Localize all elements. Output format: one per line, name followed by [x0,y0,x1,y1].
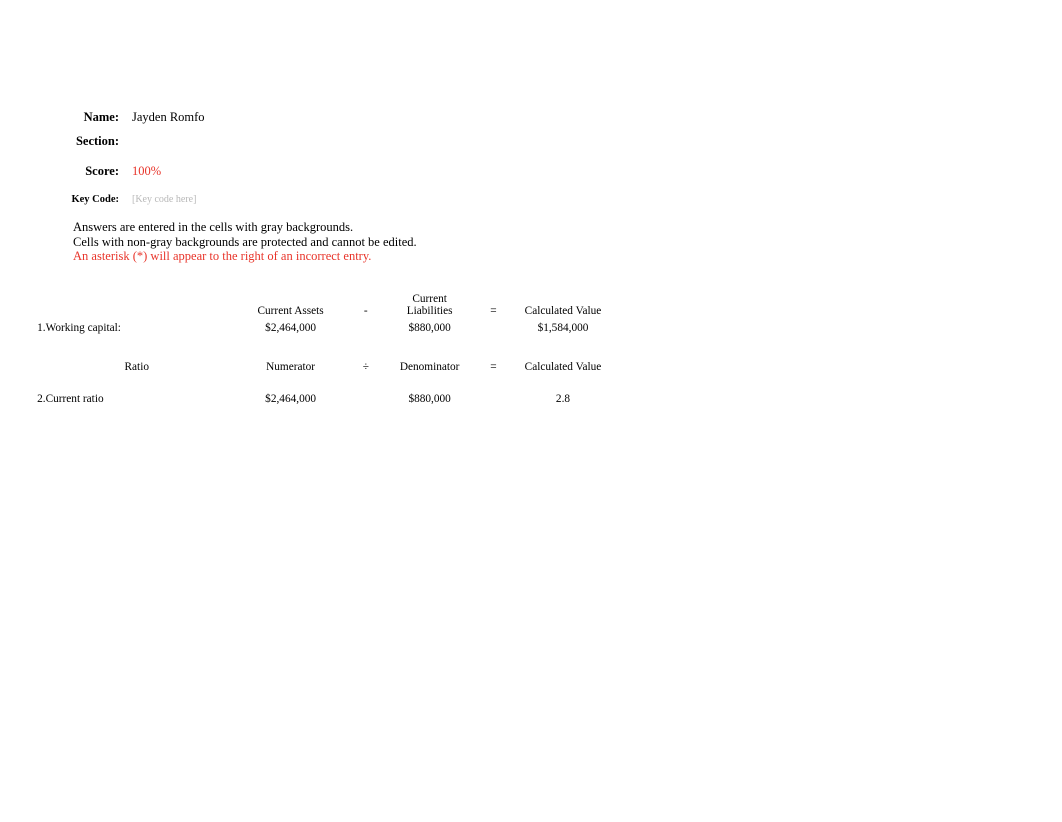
worksheet-canvas: Name: Jayden Romfo Section: Score: 100% … [0,0,1062,822]
row1-number: 1. [37,321,46,334]
section1-header-operand2: Current Liabilities [378,293,481,318]
section1-header-result: Calculated Value [524,304,602,317]
section2-header-number [0,353,46,374]
section1-header-operand2-line2: Liabilities [406,304,453,317]
table-row: 2. Current ratio $2,464,000 $880,000 2.8 [0,389,620,406]
student-info-block: Name: Jayden Romfo Section: Score: 100% … [0,110,600,210]
section1-header-equals: = [490,304,497,317]
section2-header-operator: ÷ [362,360,369,373]
row1-operator-spacer [353,318,378,335]
section-row: Section: [0,134,600,150]
table-row: 1. Working capital: $2,464,000 $880,000 … [0,318,620,335]
row1-equals-spacer [481,318,506,335]
row2-operand1[interactable]: $2,464,000 [228,389,353,406]
section2-header-row: Ratio Numerator ÷ Denominator = Calculat… [0,353,620,374]
keycode-row: Key Code: [Key code here] [0,194,600,210]
instructions-block: Answers are entered in the cells with gr… [73,220,417,265]
row1-label: Working capital: [45,321,121,334]
section1-header-operand1: Current Assets [257,304,324,317]
table-gap-row [0,335,620,353]
name-value[interactable]: Jayden Romfo [119,110,205,125]
keycode-label: Key Code: [71,194,119,205]
row2-result[interactable]: 2.8 [506,389,620,406]
table-gap-cell [0,374,620,389]
table-gap-row [0,374,620,389]
score-row: Score: 100% [0,164,600,180]
row1-operand2[interactable]: $880,000 [378,318,481,335]
section1-header-number [0,294,46,318]
section2-header-operand1: Numerator [266,360,316,373]
score-label: Score: [85,164,119,178]
name-row: Name: Jayden Romfo [0,110,600,126]
name-label: Name: [83,110,119,124]
row2-number: 2. [37,392,46,405]
section1-header-label [46,294,228,318]
section1-header-operator: - [363,304,368,317]
row2-label: Current ratio [45,392,104,405]
table-gap-cell [0,335,620,353]
section2-header-operand2: Denominator [399,360,460,373]
keycode-input[interactable]: [Key code here] [119,194,196,205]
row1-result[interactable]: $1,584,000 [506,318,620,335]
row1-operand1[interactable]: $2,464,000 [228,318,353,335]
row2-operand2[interactable]: $880,000 [378,389,481,406]
section2-header-equals: = [490,360,497,373]
instruction-line-3: An asterisk (*) will appear to the right… [73,249,372,264]
section2-header-label: Ratio [124,360,149,373]
instruction-line-2: Cells with non-gray backgrounds are prot… [73,234,417,249]
instruction-line-1: Answers are entered in the cells with gr… [73,220,354,234]
section1-header-row: Current Assets - Current Liabilities = C… [0,293,620,318]
calculation-table: Current Assets - Current Liabilities = C… [0,293,620,406]
section-label: Section: [75,134,119,148]
row2-operator-spacer [353,389,378,406]
section2-header-result: Calculated Value [524,360,602,373]
section1-header-operand2-line1: Current [412,293,447,305]
score-value: 100% [132,164,162,178]
row2-equals-spacer [481,389,506,406]
